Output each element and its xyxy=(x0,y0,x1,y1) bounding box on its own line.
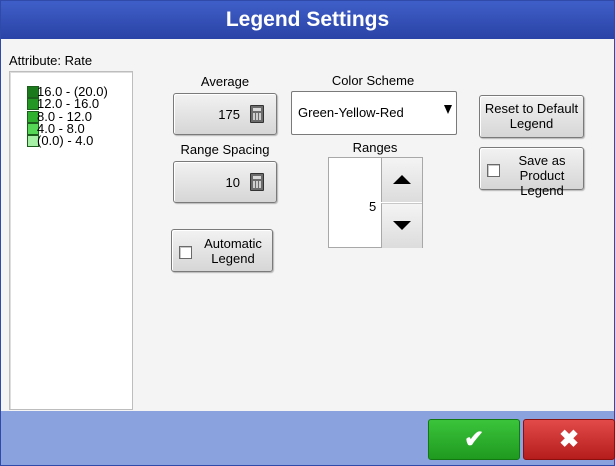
range-spacing-label: Range Spacing xyxy=(180,142,270,157)
ranges-decrement-button[interactable] xyxy=(381,203,422,248)
save-product-legend-checkbox[interactable] xyxy=(487,164,500,177)
legend-preview: 16.0 - (20.0) 12.0 - 16.0 8.0 - 12.0 4.0… xyxy=(9,71,133,410)
dropdown-arrow-icon xyxy=(444,105,452,114)
cancel-button[interactable]: ✖ xyxy=(523,419,615,460)
ok-button[interactable]: ✔ xyxy=(428,419,520,460)
legend-item-label: (0.0) - 4.0 xyxy=(37,133,94,148)
save-product-line2: Legend xyxy=(520,183,564,198)
range-spacing-value: 10 xyxy=(225,175,240,190)
ranges-label: Ranges xyxy=(352,140,398,155)
automatic-legend-label: Automatic Legend xyxy=(196,236,270,266)
ranges-increment-button[interactable] xyxy=(381,158,422,202)
save-product-legend-toggle[interactable]: Save as Product Legend xyxy=(479,147,584,198)
automatic-legend-checkbox[interactable] xyxy=(179,246,192,259)
checkmark-icon: ✔ xyxy=(463,426,485,453)
ranges-value: 5 xyxy=(369,199,377,214)
attribute-label: Attribute: Rate xyxy=(9,53,93,68)
automatic-legend-label-line2: Legend xyxy=(211,251,255,266)
automatic-legend-toggle[interactable]: Automatic Legend xyxy=(171,229,273,272)
reset-default-legend-button[interactable]: Reset to Default Legend xyxy=(479,95,584,138)
dialog-title: Legend Settings xyxy=(1,1,614,39)
range-spacing-button[interactable]: 10 xyxy=(173,161,277,203)
up-arrow-icon xyxy=(393,175,411,184)
automatic-legend-label-line1: Automatic xyxy=(204,236,262,251)
calculator-icon xyxy=(250,173,264,191)
average-label: Average xyxy=(200,74,250,89)
reset-default-legend-label: Reset to Default Legend xyxy=(480,101,583,131)
average-value: 175 xyxy=(218,107,240,122)
legend-settings-dialog: Legend Settings Attribute: Rate 16.0 - (… xyxy=(0,0,615,466)
color-scheme-value: Green-Yellow-Red xyxy=(298,105,404,120)
average-button[interactable]: 175 xyxy=(173,93,277,135)
save-product-line1: Save as Product xyxy=(518,153,566,183)
ranges-stepper: 5 xyxy=(328,157,423,248)
color-scheme-label: Color Scheme xyxy=(331,73,415,88)
reset-button-line2: Legend xyxy=(509,116,554,131)
color-scheme-dropdown[interactable]: Green-Yellow-Red xyxy=(291,91,457,135)
reset-button-line1: Reset to Default xyxy=(484,101,579,116)
close-icon: ✖ xyxy=(558,426,580,453)
calculator-icon xyxy=(250,105,264,123)
save-product-legend-label: Save as Product Legend xyxy=(502,153,582,198)
down-arrow-icon xyxy=(393,221,411,230)
